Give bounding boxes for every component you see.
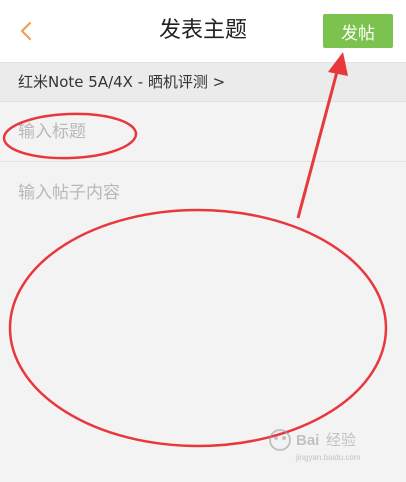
post-editor-screen: 发表主题 发帖 红米Note 5A/4X - 晒机评测 > Bai 经验 jin… xyxy=(0,0,406,482)
baidu-watermark-logo: Bai 经验 jingyan.baidu.com xyxy=(269,429,361,462)
svg-text:jingyan.baidu.com: jingyan.baidu.com xyxy=(295,453,361,462)
title-input[interactable] xyxy=(0,102,406,162)
svg-text:经验: 经验 xyxy=(326,432,356,449)
post-button[interactable]: 发帖 xyxy=(323,14,393,48)
category-label: 红米Note 5A/4X - 晒机评测 > xyxy=(18,73,226,91)
svg-text:Bai: Bai xyxy=(296,432,319,449)
category-selector[interactable]: 红米Note 5A/4X - 晒机评测 > xyxy=(0,62,406,102)
top-nav-bar: 发表主题 发帖 xyxy=(0,0,406,62)
